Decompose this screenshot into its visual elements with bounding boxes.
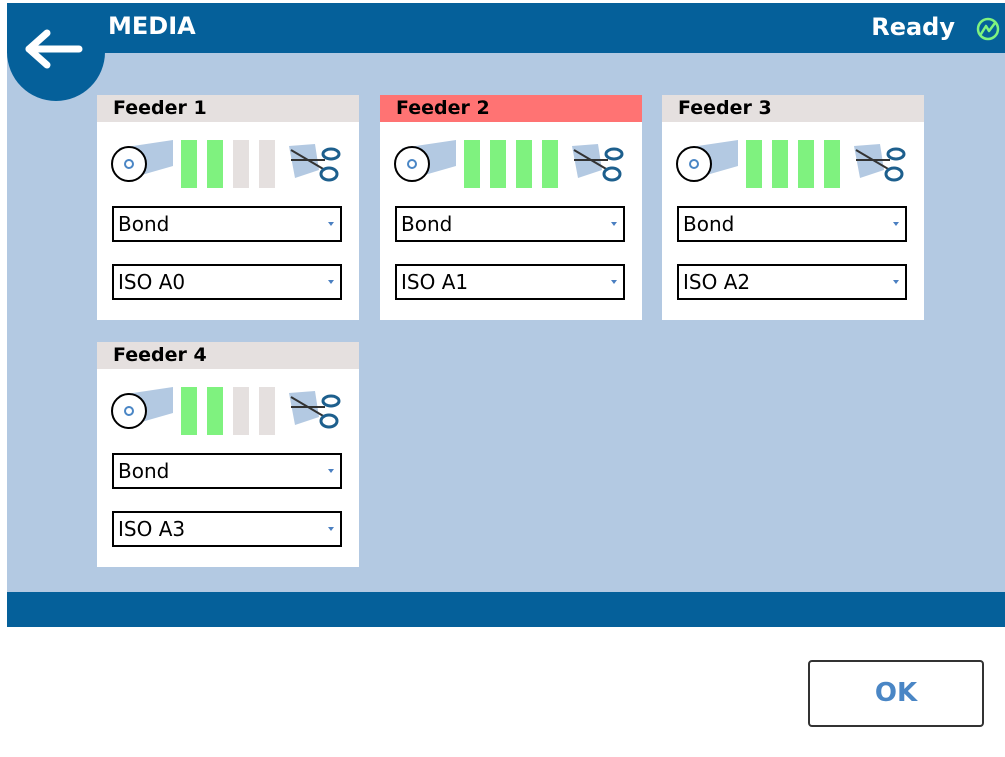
scissors-icon: [289, 391, 341, 429]
media-type-value: Bond: [401, 212, 453, 236]
feeder-name: Feeder 1: [97, 95, 359, 122]
media-panel: MEDIA Ready Feeder 1 Bond ISO A0 Feeder …: [7, 3, 1005, 627]
level-segment: [207, 140, 223, 188]
media-type-select[interactable]: Bond: [112, 206, 342, 242]
status-text: Ready: [871, 13, 955, 41]
media-type-value: Bond: [118, 212, 170, 236]
media-size-select[interactable]: ISO A3: [112, 511, 342, 547]
chevron-down-icon: [611, 280, 617, 284]
level-segment: [233, 387, 249, 435]
media-type-select[interactable]: Bond: [395, 206, 625, 242]
media-level-indicator: [662, 122, 924, 192]
media-size-value: ISO A2: [683, 270, 751, 294]
scissors-icon: [572, 144, 624, 182]
level-segment: [490, 140, 506, 188]
level-segment: [746, 140, 762, 188]
media-level-indicator: [380, 122, 642, 192]
level-segment: [233, 140, 249, 188]
chevron-down-icon: [611, 222, 617, 226]
media-roll-icon: [111, 140, 173, 182]
back-button[interactable]: [7, 3, 105, 101]
page-title: MEDIA: [108, 12, 196, 40]
feeder-card: Feeder 2 Bond ISO A1: [380, 95, 642, 320]
chevron-down-icon: [328, 280, 334, 284]
media-roll-icon: [111, 387, 173, 429]
media-size-value: ISO A3: [118, 517, 186, 541]
level-segment: [798, 140, 814, 188]
level-segment: [181, 387, 197, 435]
ok-button[interactable]: OK: [808, 660, 984, 727]
feeder-name: Feeder 3: [662, 95, 924, 122]
media-level-indicator: [97, 369, 359, 439]
feeder-card: Feeder 4 Bond ISO A3: [97, 342, 359, 567]
chevron-down-icon: [893, 280, 899, 284]
feeder-name: Feeder 2: [380, 95, 642, 122]
media-size-select[interactable]: ISO A2: [677, 264, 907, 300]
level-segment: [259, 140, 275, 188]
chevron-down-icon: [328, 527, 334, 531]
media-type-value: Bond: [683, 212, 735, 236]
media-type-select[interactable]: Bond: [677, 206, 907, 242]
chevron-down-icon: [328, 222, 334, 226]
media-roll-icon: [394, 140, 456, 182]
chevron-down-icon: [893, 222, 899, 226]
feeder-card: Feeder 1 Bond ISO A0: [97, 95, 359, 320]
media-size-value: ISO A0: [118, 270, 186, 294]
bottom-bar: [7, 592, 1005, 627]
media-type-value: Bond: [118, 459, 170, 483]
media-size-value: ISO A1: [401, 270, 469, 294]
level-segment: [207, 387, 223, 435]
media-roll-icon: [676, 140, 738, 182]
scissors-icon: [289, 144, 341, 182]
level-segment: [516, 140, 532, 188]
level-segment: [542, 140, 558, 188]
top-bar: MEDIA Ready: [7, 3, 1005, 53]
level-segment: [824, 140, 840, 188]
power-ready-icon: [976, 17, 1000, 41]
chevron-down-icon: [328, 469, 334, 473]
media-size-select[interactable]: ISO A0: [112, 264, 342, 300]
level-segment: [772, 140, 788, 188]
feeder-card: Feeder 3 Bond ISO A2: [662, 95, 924, 320]
scissors-icon: [854, 144, 906, 182]
level-segment: [259, 387, 275, 435]
media-size-select[interactable]: ISO A1: [395, 264, 625, 300]
feeder-name: Feeder 4: [97, 342, 359, 369]
media-level-indicator: [97, 122, 359, 192]
arrow-left-icon: [25, 29, 83, 69]
media-type-select[interactable]: Bond: [112, 453, 342, 489]
level-segment: [181, 140, 197, 188]
level-segment: [464, 140, 480, 188]
